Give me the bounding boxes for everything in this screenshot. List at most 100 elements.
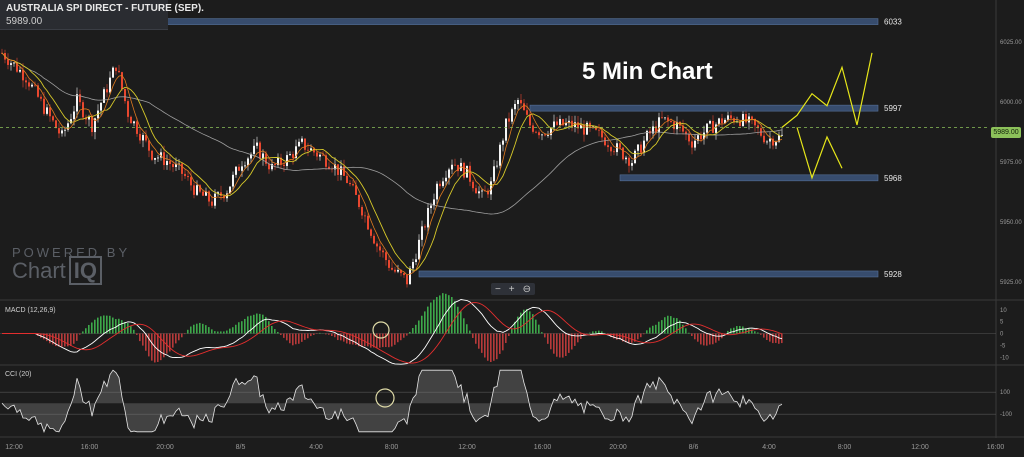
candle-body	[418, 239, 420, 260]
macd-histogram-bar	[400, 333, 402, 341]
macd-histogram-bar	[319, 332, 321, 334]
candle-body	[547, 135, 549, 136]
candle-body	[346, 175, 348, 183]
macd-histogram-bar	[82, 331, 84, 334]
price-tick-label: 5950.00	[1000, 220, 1022, 226]
macd-histogram-bar	[616, 333, 618, 340]
candle-body	[7, 59, 9, 65]
macd-histogram-bar	[391, 333, 393, 347]
candle-body	[118, 70, 120, 73]
candle-body	[445, 177, 447, 182]
candle-body	[631, 163, 633, 166]
time-tick-label: 8/5	[236, 444, 246, 451]
candle-body	[664, 117, 666, 119]
level-label: 5997	[884, 104, 902, 113]
candle-body	[382, 250, 384, 253]
candle-body	[475, 188, 477, 194]
macd-histogram-bar	[556, 333, 558, 357]
candle-body	[529, 114, 531, 126]
macd-histogram-bar	[211, 329, 213, 334]
candle-body	[526, 110, 528, 115]
macd-histogram-bar	[760, 333, 762, 335]
macd-tick-label: 5	[1000, 320, 1004, 326]
candle-body	[589, 122, 591, 128]
candle-body	[721, 118, 723, 124]
candle-body	[763, 135, 765, 143]
candle-body	[124, 88, 126, 102]
macd-histogram-bar	[709, 333, 711, 345]
candle-body	[49, 107, 51, 117]
candle-body	[478, 191, 480, 194]
candle-body	[451, 164, 453, 170]
macd-histogram-bar	[667, 315, 669, 334]
candle-body	[235, 166, 237, 175]
candle-body	[556, 121, 558, 125]
macd-histogram-bar	[328, 333, 330, 335]
macd-histogram-bar	[157, 333, 159, 362]
candle-body	[376, 243, 378, 247]
macd-histogram-bar	[643, 333, 645, 335]
time-tick-label: 8:00	[838, 444, 852, 451]
candle-body	[406, 275, 408, 285]
macd-histogram-bar	[688, 332, 690, 334]
macd-histogram-bar	[544, 333, 546, 338]
level-band	[529, 104, 879, 112]
candle-body	[415, 259, 417, 262]
macd-histogram-bar	[388, 333, 390, 348]
macd-histogram-bar	[214, 331, 216, 334]
macd-histogram-bar	[754, 331, 756, 334]
candle-body	[52, 116, 54, 121]
candle-body	[169, 161, 171, 165]
candle-body	[310, 148, 312, 151]
macd-histogram-bar	[535, 319, 537, 334]
candle-body	[379, 246, 381, 251]
candle-body	[289, 154, 291, 156]
macd-histogram-bar	[181, 333, 183, 338]
macd-histogram-bar	[307, 333, 309, 339]
macd-histogram-bar	[226, 330, 228, 334]
macd-histogram-bar	[85, 328, 87, 334]
macd-histogram-bar	[568, 333, 570, 353]
candle-body	[157, 157, 159, 159]
candle-body	[634, 150, 636, 164]
macd-histogram-bar	[541, 332, 543, 334]
zoom-controls: − + ⊖	[491, 283, 535, 295]
candle-body	[391, 267, 393, 270]
macd-histogram-bar	[133, 329, 135, 334]
macd-histogram-bar	[475, 333, 477, 344]
macd-histogram-bar	[109, 315, 111, 334]
candle-body	[541, 134, 543, 136]
time-tick-label: 16:00	[81, 444, 99, 451]
candle-body	[694, 140, 696, 148]
zoom-reset-icon[interactable]: ⊖	[523, 284, 531, 295]
macd-histogram-bar	[208, 327, 210, 334]
macd-histogram-bar	[232, 327, 234, 334]
chart-canvas[interactable]: 6033 5997 5968 5928 6025.00 6000.00 5975.00 595…	[0, 0, 1024, 457]
watermark-brand: Chart IQ	[12, 256, 130, 285]
candle-body	[454, 164, 456, 166]
time-tick-label: 12:00	[911, 444, 929, 451]
candle-body	[109, 77, 111, 93]
candle-body	[373, 235, 375, 244]
macd-histogram-bar	[274, 329, 276, 334]
zoom-in-button[interactable]: +	[509, 284, 515, 295]
macd-tick-label: 10	[1000, 308, 1007, 314]
cci-label: CCI (20)	[5, 371, 31, 378]
macd-histogram-bar	[412, 328, 414, 334]
candle-body	[247, 158, 249, 166]
candle-body	[259, 142, 261, 159]
candle-body	[688, 134, 690, 142]
candle-body	[142, 135, 144, 141]
macd-histogram-bar	[112, 317, 114, 334]
macd-histogram-bar	[655, 324, 657, 334]
zoom-out-button[interactable]: −	[495, 284, 501, 295]
candle-body	[121, 72, 123, 89]
macd-histogram-bar	[343, 333, 345, 342]
candle-body	[544, 134, 546, 136]
candle-body	[196, 185, 198, 195]
candle-body	[304, 138, 306, 150]
macd-histogram-bar	[49, 333, 51, 344]
macd-histogram-bar	[127, 323, 129, 334]
candle-body	[472, 181, 474, 189]
candle-body	[532, 125, 534, 132]
